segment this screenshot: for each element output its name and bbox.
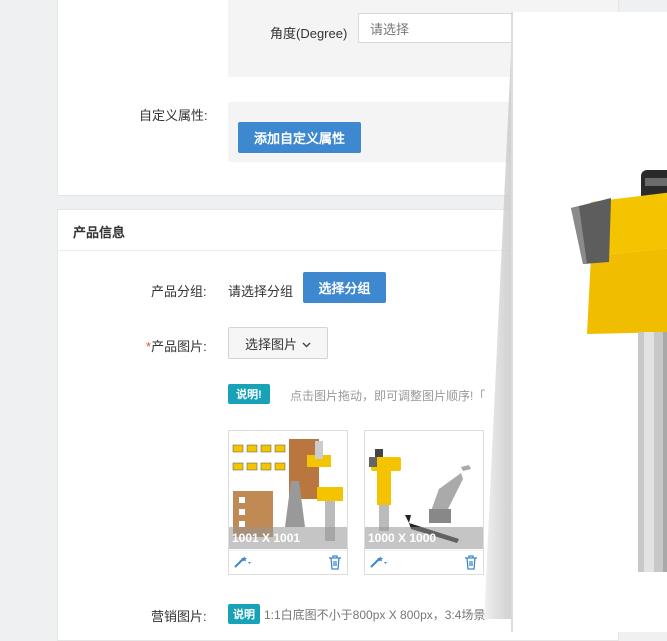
select-images-label: 选择图片 <box>244 336 297 352</box>
magic-wand-icon[interactable] <box>233 555 255 572</box>
images-label: 产品图片: <box>151 339 207 354</box>
group-label: 产品分组: <box>151 284 207 299</box>
magic-wand-icon[interactable] <box>369 555 391 572</box>
degree-label: 角度(Degree) <box>270 26 348 41</box>
image-preview-panel <box>513 12 667 632</box>
select-images-dropdown[interactable]: 选择图片 <box>228 327 328 359</box>
select-group-button[interactable]: 选择分组 <box>303 272 386 303</box>
note-badge: 说明! <box>228 384 270 404</box>
marketing-label: 营销图片: <box>151 609 207 624</box>
note-text: 点击图片拖动，即可调整图片顺序!「 <box>290 389 486 403</box>
product-image-thumb[interactable]: 1000 X 1000 <box>364 430 484 575</box>
product-image-thumb[interactable]: 1001 X 1001 <box>228 430 348 575</box>
image-tools <box>365 550 483 574</box>
degree-select[interactable]: 请选择 <box>358 13 518 43</box>
image-size-label: 1001 X 1001 <box>229 527 347 549</box>
section-title: 产品信息 <box>73 225 126 240</box>
group-value: 请选择分组 <box>228 284 294 299</box>
marketing-note: 1:1白底图不小于800px X 800px，3:4场景 <box>264 608 486 622</box>
chevron-down-icon <box>302 336 311 351</box>
router-bit-preview-image <box>513 12 667 632</box>
image-tools <box>229 550 347 574</box>
trash-icon[interactable] <box>464 555 478 573</box>
add-custom-attr-button[interactable]: 添加自定义属性 <box>238 122 361 153</box>
custom-attr-label: 自定义属性: <box>139 108 208 123</box>
images-label-row: *产品图片: <box>146 336 207 355</box>
trash-icon[interactable] <box>328 555 342 573</box>
marketing-badge: 说明 <box>228 604 260 624</box>
image-size-label: 1000 X 1000 <box>365 527 483 549</box>
